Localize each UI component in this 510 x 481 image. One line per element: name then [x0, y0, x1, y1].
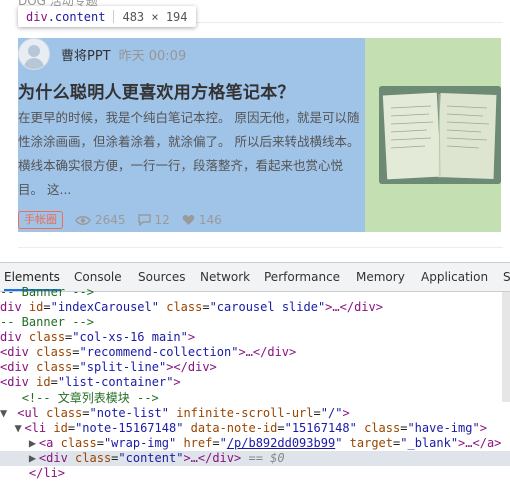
- divider: [18, 247, 503, 248]
- comments-value: 12: [154, 213, 170, 227]
- article-meta: 手帐圈 2645 12 146: [18, 211, 222, 229]
- tooltip-tag: div: [26, 9, 48, 24]
- dom-tag-end: >…</div>: [183, 451, 242, 465]
- heart-icon: [182, 214, 195, 225]
- avatar[interactable]: [18, 38, 50, 70]
- dom-node-line[interactable]: div id="indexCarousel" class="carousel s…: [0, 300, 510, 315]
- dom-attr-value: "note-list": [89, 406, 169, 420]
- dom-attr: class: [36, 360, 73, 374]
- dom-attr: class: [75, 451, 112, 465]
- expand-triangle-icon[interactable]: ▶: [29, 451, 39, 466]
- dom-tag-end: >: [342, 406, 350, 420]
- dom-node-line-selected[interactable]: ▶ <div class="content">…</div> == $0: [0, 451, 510, 466]
- dom-attr: class: [46, 406, 83, 420]
- likes-value: 146: [198, 213, 222, 227]
- tooltip-separator: [113, 10, 115, 23]
- dom-tag: <div: [38, 451, 68, 465]
- dom-attr-value: "15167148": [284, 421, 357, 435]
- elements-tree: -- Banner --> div id="indexCarousel" cla…: [0, 285, 510, 480]
- dom-comment: -- Banner -->: [0, 315, 94, 329]
- dom-comment: <!-- 文章列表模块 -->: [21, 391, 159, 405]
- dom-attr-value: "_blank": [400, 436, 459, 450]
- dom-tag-end: >…</div>: [238, 345, 297, 359]
- dom-attr: data-note-id: [190, 421, 278, 435]
- dom-attr-value: "wrap-img": [103, 436, 177, 450]
- browser-page: DOG 活动专题 曹将PPT 昨天 00:09 为什么聪明人更喜欢用方格笔记本？…: [0, 0, 510, 262]
- dom-node-line[interactable]: ▼ <ul class="note-list" infinite-scroll-…: [0, 406, 510, 421]
- eye-icon: [75, 215, 91, 225]
- inspect-tooltip: div .content 483 × 194: [18, 6, 196, 27]
- dom-tag: div: [0, 300, 22, 314]
- dom-tag: <ul: [17, 406, 39, 420]
- collection-tag[interactable]: 手帐圈: [18, 211, 63, 229]
- article-abstract: 在更早的时候，我是个纯白笔记本控。 原因无他，就是可以随性涂涂画画，但涂着涂着，…: [18, 110, 360, 197]
- dom-tag: <div: [0, 345, 29, 359]
- dom-comment: -- Banner -->: [0, 285, 94, 299]
- author-name[interactable]: 曹将PPT: [61, 45, 111, 64]
- article-thumbnail[interactable]: [379, 86, 501, 184]
- dom-tag: <div: [0, 360, 29, 374]
- dom-attr-value: "content": [118, 451, 184, 465]
- dom-node-line[interactable]: <!-- 文章列表模块 -->: [0, 391, 510, 406]
- dom-attr-value: "/": [320, 406, 343, 420]
- dom-tag: <li: [24, 421, 47, 435]
- dom-tag-end: >…</a>: [458, 436, 502, 450]
- dom-tag: <div: [0, 375, 29, 389]
- likes-count: 146: [182, 213, 222, 227]
- dom-attr: id: [28, 300, 44, 314]
- dom-node-line[interactable]: ▶ <a class="wrap-img" href="/p/b892dd093b…: [0, 436, 510, 451]
- dom-attr: target: [349, 436, 394, 450]
- dom-node-line[interactable]: -- Banner -->: [0, 315, 510, 330]
- dom-attr: id: [36, 375, 51, 389]
- expand-triangle-icon[interactable]: ▼: [0, 406, 10, 421]
- dom-attr-value: "indexCarousel": [50, 300, 159, 314]
- dom-node-line[interactable]: <div class="recommend-collection">…</div…: [0, 345, 510, 360]
- dom-attr-value: "list-container": [57, 375, 174, 389]
- devtools-panel: Elements Console Sources Network Perform…: [0, 262, 510, 480]
- dom-attr: class: [364, 421, 401, 435]
- tooltip-class: .content: [47, 9, 106, 24]
- dom-href-link[interactable]: /p/b892dd093b99: [227, 436, 335, 450]
- dom-tag: div: [0, 330, 22, 344]
- dom-node-line[interactable]: <div class="split-line"></div>: [0, 360, 510, 375]
- dom-attr: class: [28, 330, 66, 344]
- article-title[interactable]: 为什么聪明人更喜欢用方格笔记本？: [18, 78, 295, 103]
- dom-tag: </li>: [28, 466, 66, 480]
- dom-attr: class: [60, 436, 97, 450]
- dom-attr-value: "have-img": [407, 421, 480, 435]
- views-value: 2645: [95, 213, 126, 227]
- dom-node-line[interactable]: div class="col-xs-16 main">: [0, 330, 510, 345]
- dom-tag-end: ></div>: [166, 360, 217, 374]
- dom-attr-value: "col-xs-16 main": [72, 330, 188, 344]
- dom-tag-end: >: [479, 421, 487, 435]
- expand-triangle-icon[interactable]: ▶: [29, 436, 39, 451]
- post-time: 昨天 00:09: [118, 48, 187, 64]
- dom-attr-value: "recommend-collection": [79, 345, 239, 359]
- dom-node-line[interactable]: -- Banner -->: [0, 285, 510, 300]
- expand-triangle-icon[interactable]: ▼: [14, 421, 24, 436]
- scrollbar[interactable]: [502, 292, 510, 402]
- dom-tag-end: >: [173, 375, 181, 389]
- dom-attr: infinite-scroll-url: [176, 406, 314, 420]
- dom-tag: <a: [38, 436, 54, 450]
- author-row: 曹将PPT 昨天 00:09: [18, 38, 187, 70]
- comment-icon: [137, 214, 151, 226]
- dom-node-line[interactable]: </li>: [0, 466, 510, 481]
- dom-node-line[interactable]: ▼ <li id="note-15167148" data-note-id="15…: [0, 421, 510, 436]
- dom-attr: class: [166, 300, 203, 314]
- dom-tag-end: >…</div>: [325, 300, 383, 314]
- dom-attr-value: "carousel slide": [209, 300, 326, 314]
- views-count: 2645: [75, 213, 126, 227]
- dom-attr: class: [36, 345, 73, 359]
- dom-attr: id: [53, 421, 68, 435]
- dom-tag-end: >: [187, 330, 196, 344]
- dom-node-line[interactable]: <div id="list-container">: [0, 375, 510, 390]
- dom-attr-value: "note-15167148": [75, 421, 184, 435]
- selected-node-marker: == $0: [248, 451, 285, 465]
- comments-count[interactable]: 12: [137, 213, 170, 227]
- tooltip-size: 483 × 194: [122, 9, 188, 24]
- dom-attr: href: [183, 436, 213, 450]
- dom-attr-value: "split-line": [79, 360, 167, 374]
